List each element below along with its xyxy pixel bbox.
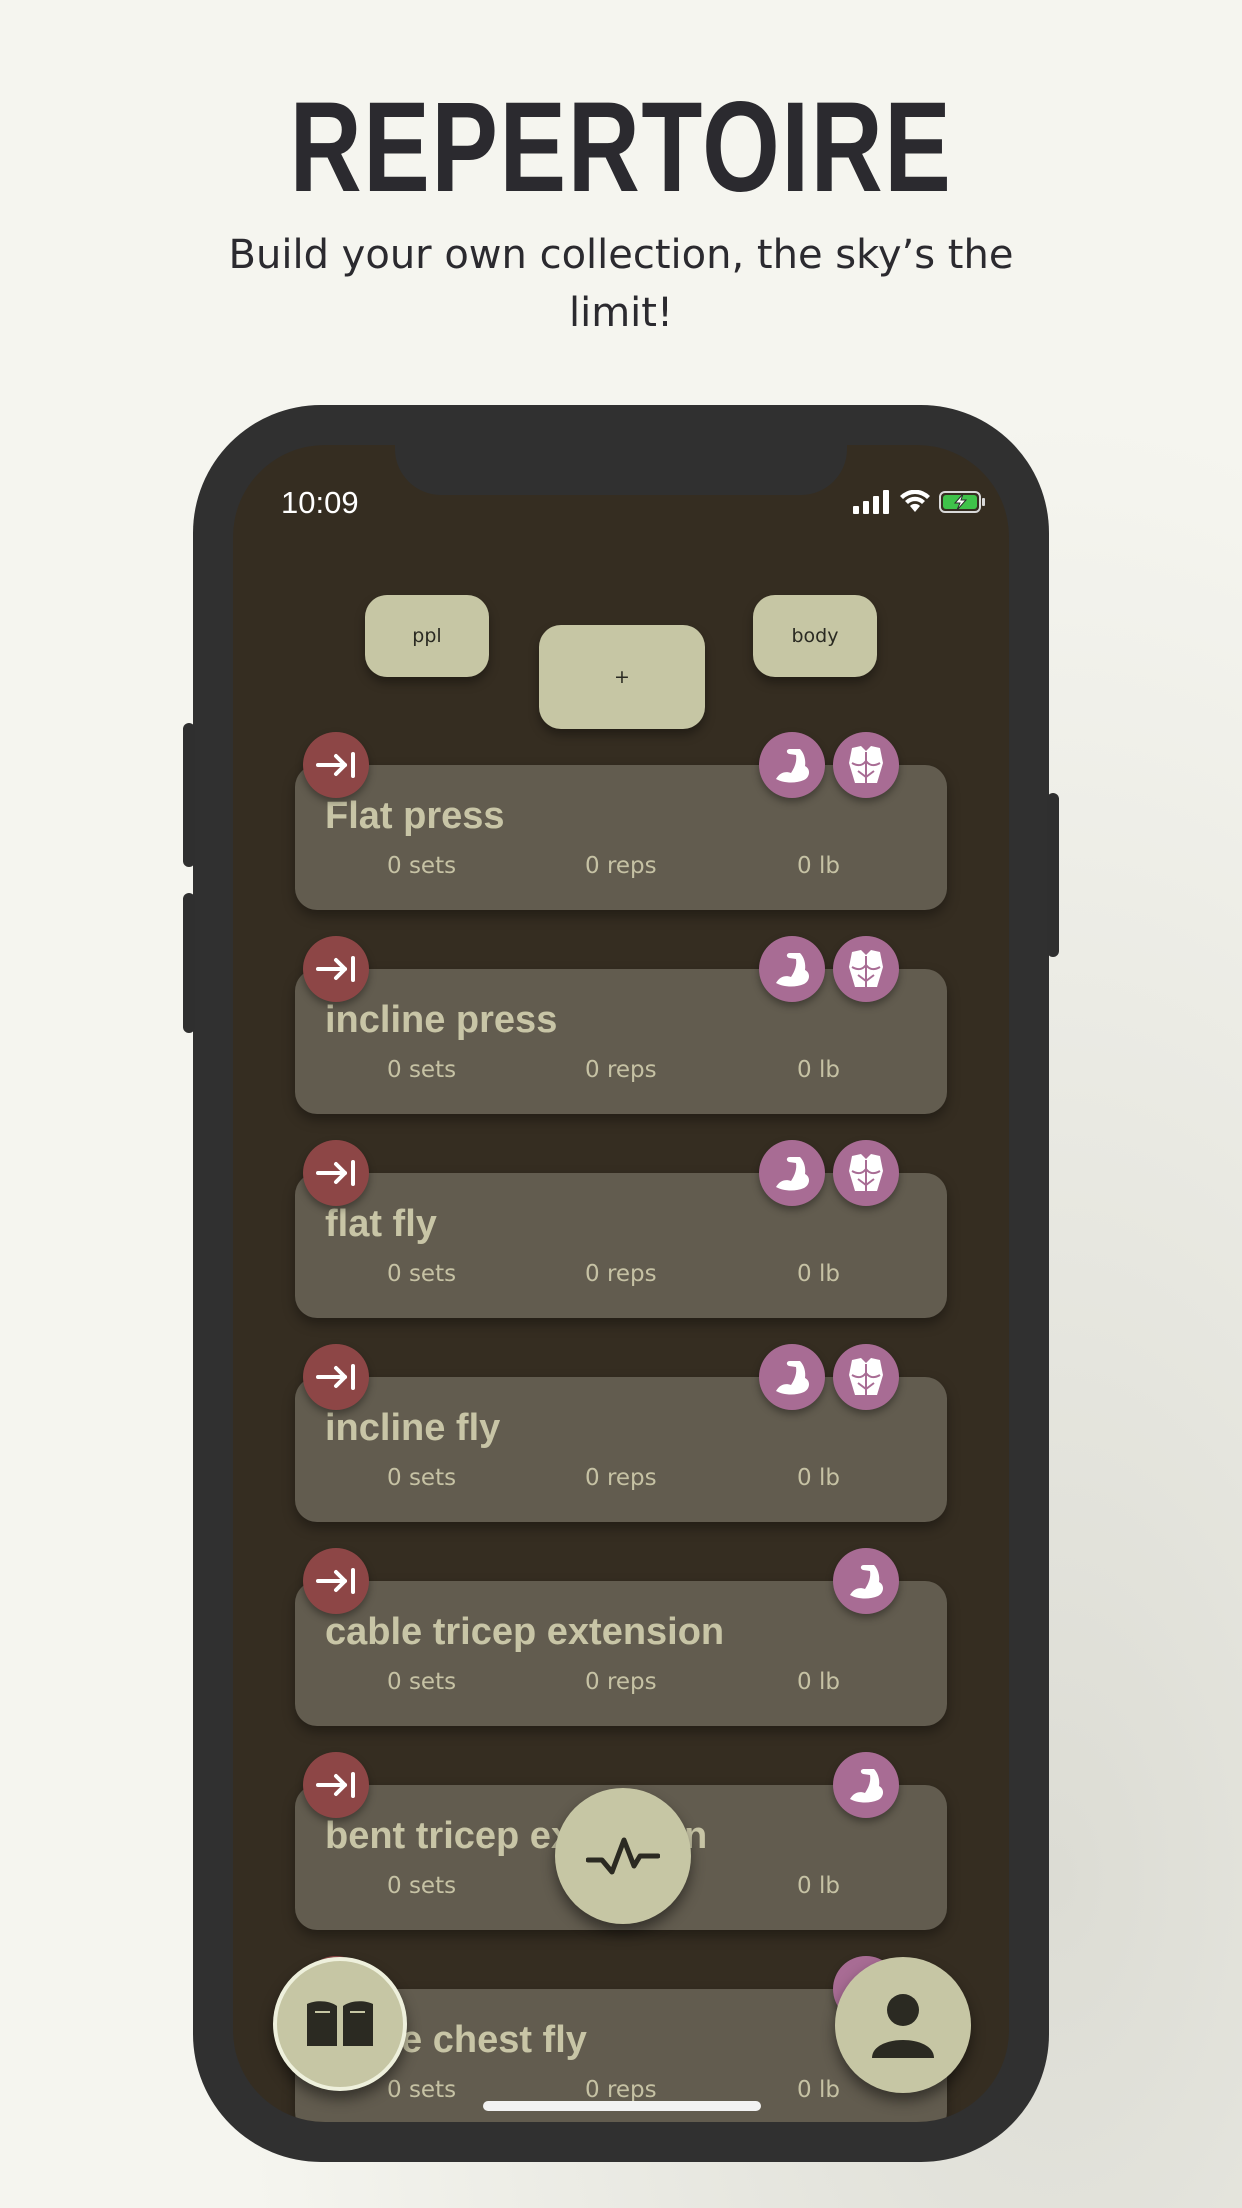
page-subtitle: Build your own collection, the sky’s the… xyxy=(228,232,1014,336)
arm-muscle-badge[interactable] xyxy=(759,1344,825,1410)
arm-muscle-icon xyxy=(776,1157,810,1191)
arm-muscle-badge[interactable] xyxy=(759,1140,825,1206)
exercise-sets: 0 sets xyxy=(387,1465,457,1491)
move-to-routine-button[interactable] xyxy=(303,1140,369,1206)
book-icon xyxy=(307,2001,373,2046)
page-title: REPERTOIRE xyxy=(289,76,953,219)
arm-muscle-icon xyxy=(850,1769,884,1803)
exercise-sets: 0 sets xyxy=(387,1873,457,1899)
chest-muscle-badge[interactable] xyxy=(833,1140,899,1206)
profile-button[interactable] xyxy=(835,1957,971,2093)
exercise-sets: 0 sets xyxy=(387,853,457,879)
move-to-routine-button[interactable] xyxy=(303,1548,369,1614)
arm-muscle-badge[interactable] xyxy=(759,936,825,1002)
exercise-name: Flat press xyxy=(325,795,505,837)
tab-body[interactable]: body xyxy=(753,595,877,677)
chest-muscle-icon xyxy=(849,1154,883,1191)
home-indicator[interactable] xyxy=(483,2101,761,2111)
exercise-sets: 0 sets xyxy=(387,1261,457,1287)
power-button xyxy=(1047,793,1059,957)
exercise-weight: 0 lb xyxy=(797,1261,840,1287)
arm-muscle-icon xyxy=(776,749,810,783)
chest-muscle-icon xyxy=(849,950,883,987)
profile-icon xyxy=(872,1994,934,2058)
exercise-reps: 0 reps xyxy=(585,853,657,879)
exercise-reps: 0 reps xyxy=(585,2077,657,2103)
tab-ppl[interactable]: ppl xyxy=(365,595,489,677)
volume-up-button xyxy=(183,723,195,867)
exercise-reps: 0 reps xyxy=(585,1669,657,1695)
volume-down-button xyxy=(183,893,195,1033)
exercise-name: flat fly xyxy=(325,1203,437,1245)
phone-screen: 10:09 ppl + body Flat press 0 sets 0 rep… xyxy=(233,445,1009,2122)
exercise-reps: 0 reps xyxy=(585,1465,657,1491)
library-button[interactable] xyxy=(273,1957,407,2091)
exercise-weight: 0 lb xyxy=(797,2077,840,2103)
exercise-weight: 0 lb xyxy=(797,1465,840,1491)
status-time: 10:09 xyxy=(281,485,359,520)
activity-button[interactable] xyxy=(555,1788,691,1924)
exercise-name: incline fly xyxy=(325,1407,501,1449)
move-to-routine-icon xyxy=(316,1160,355,1186)
chest-muscle-badge[interactable] xyxy=(833,936,899,1002)
move-to-routine-button[interactable] xyxy=(303,936,369,1002)
chest-muscle-badge[interactable] xyxy=(833,1344,899,1410)
move-to-routine-icon xyxy=(316,752,355,778)
notch xyxy=(395,445,847,495)
arm-muscle-icon xyxy=(776,1361,810,1395)
arm-muscle-icon xyxy=(776,953,810,987)
chest-muscle-badge[interactable] xyxy=(833,732,899,798)
battery-charging-icon xyxy=(939,491,985,513)
move-to-routine-button[interactable] xyxy=(303,732,369,798)
move-to-routine-icon xyxy=(316,1772,355,1798)
arm-muscle-badge[interactable] xyxy=(833,1548,899,1614)
move-to-routine-icon xyxy=(316,956,355,982)
exercise-weight: 0 lb xyxy=(797,1669,840,1695)
phone-frame: 10:09 ppl + body Flat press 0 sets 0 rep… xyxy=(183,405,1059,2162)
exercise-name: cable tricep extension xyxy=(325,1611,725,1653)
exercise-name: incline press xyxy=(325,999,558,1041)
activity-icon xyxy=(586,1837,660,1875)
move-to-routine-icon xyxy=(316,1568,355,1594)
arm-muscle-badge[interactable] xyxy=(833,1752,899,1818)
move-to-routine-icon xyxy=(316,1364,355,1390)
chest-muscle-icon xyxy=(849,746,883,783)
exercise-sets: 0 sets xyxy=(387,1669,457,1695)
arm-muscle-badge[interactable] xyxy=(759,732,825,798)
arm-muscle-icon xyxy=(850,1565,884,1599)
exercise-reps: 0 reps xyxy=(585,1261,657,1287)
signal-icon xyxy=(853,490,889,514)
exercise-weight: 0 lb xyxy=(797,1873,840,1899)
exercise-reps: 0 reps xyxy=(585,1057,657,1083)
exercise-weight: 0 lb xyxy=(797,1057,840,1083)
status-icons xyxy=(853,487,987,517)
exercise-sets: 0 sets xyxy=(387,2077,457,2103)
add-collection-button[interactable]: + xyxy=(539,625,705,729)
move-to-routine-button[interactable] xyxy=(303,1344,369,1410)
chest-muscle-icon xyxy=(849,1358,883,1395)
exercise-sets: 0 sets xyxy=(387,1057,457,1083)
exercise-weight: 0 lb xyxy=(797,853,840,879)
move-to-routine-button[interactable] xyxy=(303,1752,369,1818)
wifi-icon xyxy=(900,490,930,512)
